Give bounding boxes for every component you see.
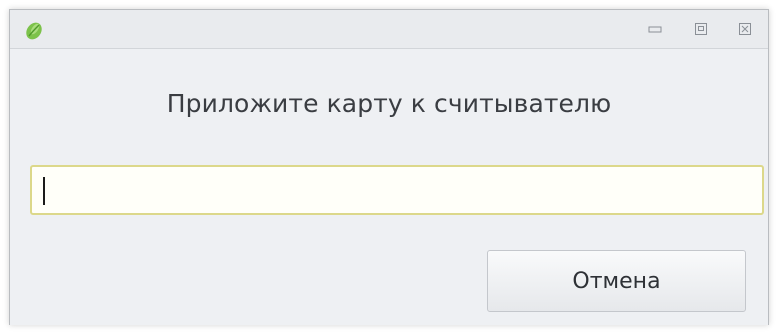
- card-number-input[interactable]: [30, 165, 764, 215]
- title-bar[interactable]: [10, 10, 768, 49]
- card-reader-dialog: Приложите карту к считывателю Отмена: [9, 9, 769, 325]
- text-caret: [43, 177, 45, 205]
- prompt-text: Приложите карту к считывателю: [166, 89, 612, 118]
- maximize-icon[interactable]: [692, 21, 710, 37]
- dialog-body: Приложите карту к считывателю Отмена: [10, 49, 768, 325]
- cancel-button[interactable]: Отмена: [487, 250, 746, 312]
- close-icon[interactable]: [736, 21, 754, 37]
- minimize-icon[interactable]: [646, 21, 664, 37]
- green-leaf-icon: [23, 19, 45, 41]
